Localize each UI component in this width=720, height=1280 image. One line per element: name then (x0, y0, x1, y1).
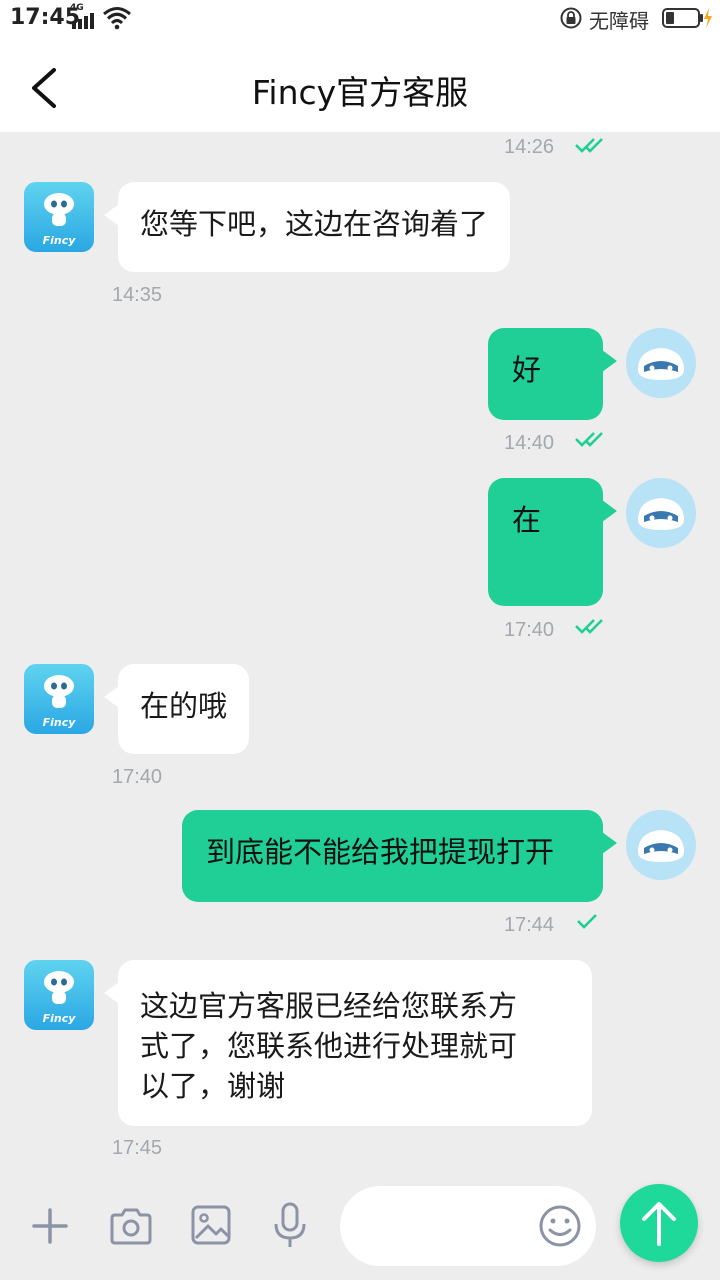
plus-icon[interactable] (30, 1206, 70, 1246)
read-double-check-icon (575, 432, 603, 447)
user-avatar[interactable] (626, 810, 696, 880)
message-timestamp: 14:35 (112, 284, 163, 306)
message-timestamp: 17:44 (504, 914, 555, 936)
camera-icon[interactable] (108, 1206, 154, 1246)
bot-avatar[interactable]: Fincy (24, 960, 94, 1030)
battery-icon (662, 8, 712, 28)
message-timestamp: 17:40 (504, 619, 555, 641)
message-timestamp: 14:40 (504, 432, 555, 454)
wifi-icon (103, 7, 131, 30)
message-bubble-received[interactable]: 在的哦 (103, 664, 250, 754)
svg-text:Fincy: Fincy (43, 1012, 77, 1025)
send-button[interactable] (620, 1184, 698, 1262)
svg-text:Fincy: Fincy (43, 716, 77, 729)
arrow-up-icon (642, 1202, 676, 1246)
bot-avatar[interactable]: Fincy (24, 182, 94, 252)
sent-check-icon (577, 914, 597, 929)
message-timestamp: 14:26 (504, 136, 555, 158)
message-timestamp: 17:45 (112, 1137, 163, 1159)
rotation-lock-icon (560, 7, 582, 29)
chat-header: Fincy官方客服 (0, 36, 720, 132)
status-bar: 17:45 4G 无障碍 (0, 0, 720, 36)
user-avatar[interactable] (626, 478, 696, 548)
emoji-icon[interactable] (538, 1204, 582, 1248)
cellular-signal-icon: 4G (70, 3, 98, 29)
message-bubble-sent[interactable]: 到底能不能给我把提现打开 (182, 810, 617, 902)
message-timestamp: 17:40 (112, 766, 163, 788)
image-icon[interactable] (190, 1204, 232, 1246)
message-bubble-sent[interactable]: 好 (488, 328, 617, 420)
read-double-check-icon (575, 138, 603, 153)
message-bubble-sent[interactable]: 在 (488, 478, 617, 606)
accessibility-label: 无障碍 (589, 9, 649, 33)
bot-avatar[interactable]: Fincy (24, 664, 94, 734)
svg-text:Fincy: Fincy (43, 234, 77, 247)
chat-input-bar (0, 1176, 720, 1280)
user-avatar[interactable] (626, 328, 696, 398)
microphone-icon[interactable] (272, 1202, 308, 1250)
message-bubble-received[interactable]: 这边官方客服已经给您联系方 式了，您联系他进行处理就可 以了，谢谢 (104, 960, 592, 1126)
read-double-check-icon (575, 619, 603, 634)
message-bubble-received[interactable]: 您等下吧，这边在咨询着了 (103, 182, 511, 272)
page-title: Fincy官方客服 (251, 73, 469, 112)
